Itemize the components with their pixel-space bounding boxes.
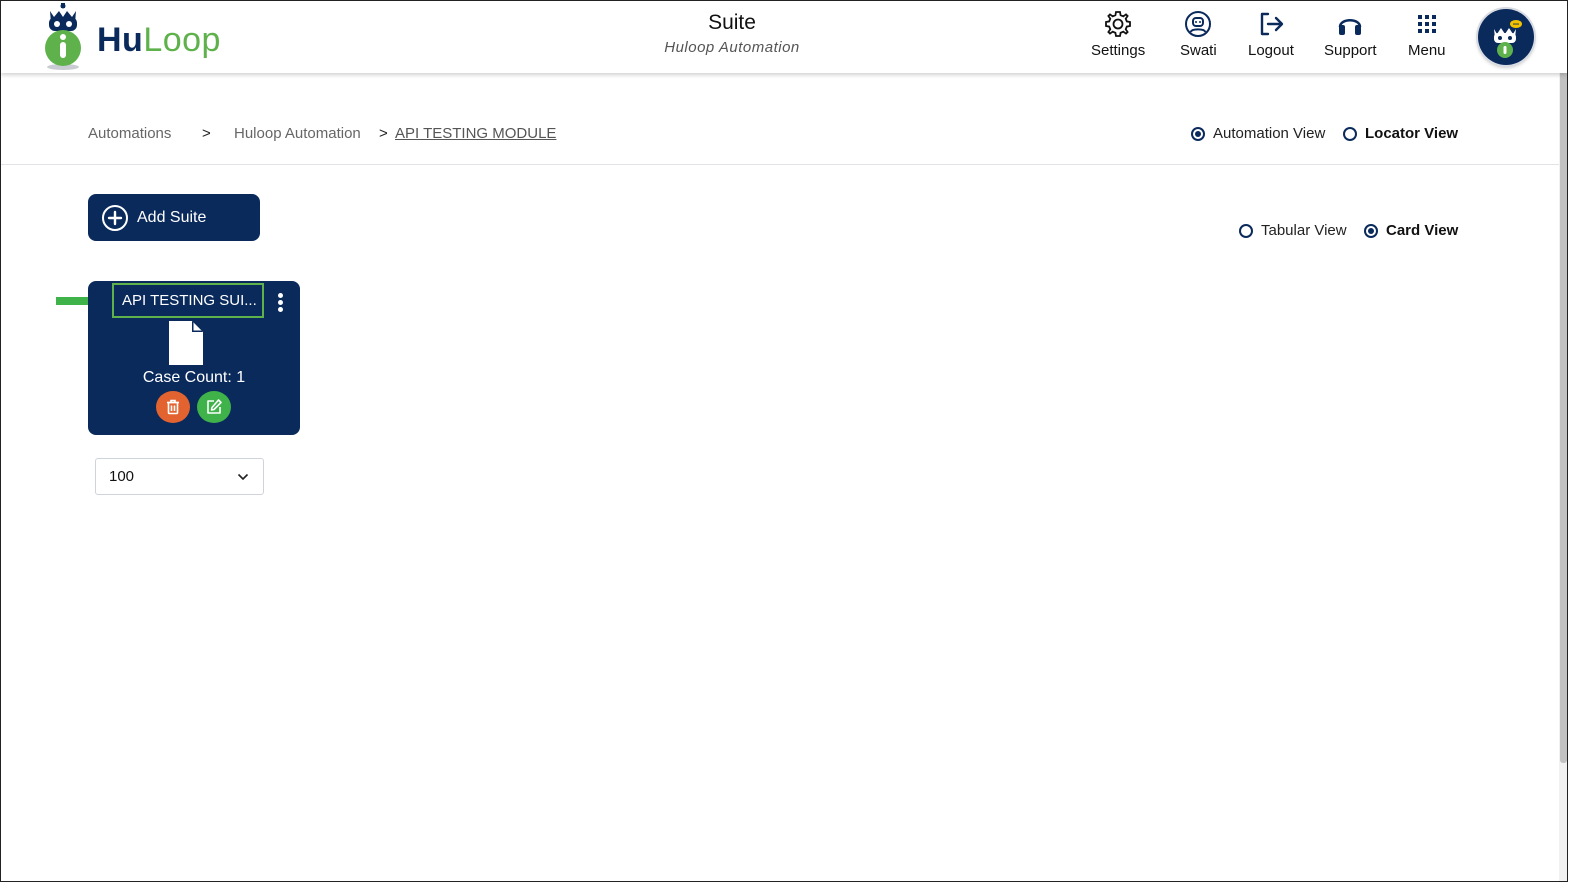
scrollbar-thumb[interactable] bbox=[1560, 3, 1567, 763]
radio-tabular-view-label: Tabular View bbox=[1261, 222, 1347, 239]
nav-menu-label: Menu bbox=[1408, 42, 1446, 59]
radio-tabular-view-indicator[interactable] bbox=[1239, 223, 1253, 238]
huloop-logo[interactable]: HuLoop bbox=[41, 3, 231, 73]
add-suite-label: Add Suite bbox=[137, 208, 207, 226]
suite-card-title[interactable]: API TESTING SUI... bbox=[112, 283, 264, 318]
nav-user-label: Swati bbox=[1180, 42, 1217, 59]
page-subtitle: Huloop Automation bbox=[664, 39, 800, 56]
edit-suite-button[interactable] bbox=[197, 391, 231, 423]
breadcrumb-separator: > bbox=[379, 125, 388, 142]
app-window: HuLoop Suite Huloop Automation Settings bbox=[0, 0, 1568, 882]
breadcrumb-separator: > bbox=[202, 125, 211, 142]
logout-icon bbox=[1260, 12, 1284, 36]
breadcrumb-bar: Automations > Huloop Automation > API TE… bbox=[1, 74, 1559, 165]
add-suite-button[interactable]: Add Suite bbox=[88, 194, 260, 241]
user-circle-icon bbox=[1185, 11, 1212, 37]
nav-menu[interactable]: Menu bbox=[1408, 9, 1446, 59]
brand-name: HuLoop bbox=[97, 21, 221, 60]
vertical-scrollbar[interactable] bbox=[1559, 1, 1567, 881]
suite-card[interactable]: API TESTING SUI... Case Count: 1 bbox=[88, 281, 300, 435]
radio-tabular-view[interactable]: Tabular View bbox=[1239, 222, 1347, 239]
headphones-icon bbox=[1338, 18, 1362, 35]
nav-user[interactable]: Swati bbox=[1180, 9, 1217, 59]
brand-name-loop: Loop bbox=[143, 21, 221, 59]
radio-card-view[interactable]: Card View bbox=[1364, 222, 1458, 239]
kebab-menu-icon[interactable] bbox=[274, 293, 286, 315]
radio-automation-view-label: Automation View bbox=[1213, 125, 1326, 142]
radio-card-view-label: Card View bbox=[1386, 222, 1459, 239]
breadcrumb-automations[interactable]: Automations bbox=[88, 125, 171, 142]
suite-case-count: Case Count: 1 bbox=[142, 369, 246, 386]
nav-logout[interactable]: Logout bbox=[1248, 9, 1294, 59]
page-title-block: Suite Huloop Automation bbox=[621, 11, 843, 56]
nav-support[interactable]: Support bbox=[1324, 9, 1377, 59]
trash-icon bbox=[167, 399, 179, 415]
gear-icon bbox=[1105, 11, 1131, 37]
nav-settings-label: Settings bbox=[1091, 42, 1146, 59]
nav-settings[interactable]: Settings bbox=[1091, 9, 1145, 59]
chevron-down-icon bbox=[237, 473, 249, 481]
nav-support-label: Support bbox=[1324, 42, 1377, 59]
edit-icon bbox=[207, 399, 222, 414]
radio-locator-view-indicator[interactable] bbox=[1343, 126, 1357, 141]
radio-locator-view[interactable]: Locator View bbox=[1343, 125, 1458, 142]
page-size-value: 100 bbox=[109, 468, 135, 485]
top-header: HuLoop Suite Huloop Automation Settings bbox=[1, 1, 1567, 73]
delete-suite-button[interactable] bbox=[156, 391, 190, 423]
document-icon bbox=[169, 321, 203, 365]
brand-name-hu: Hu bbox=[97, 21, 144, 59]
breadcrumb-huloop-automation[interactable]: Huloop Automation bbox=[234, 125, 361, 142]
radio-automation-view-indicator[interactable] bbox=[1191, 126, 1205, 141]
radio-locator-view-label: Locator View bbox=[1365, 125, 1459, 142]
plus-circle-icon bbox=[102, 204, 128, 231]
nav-logout-label: Logout bbox=[1248, 42, 1294, 59]
robot-assistant-icon bbox=[1494, 20, 1522, 58]
breadcrumb-api-testing-module[interactable]: API TESTING MODULE bbox=[395, 125, 556, 142]
assistant-avatar[interactable] bbox=[1478, 9, 1534, 65]
page-size-select[interactable]: 100 bbox=[95, 458, 264, 495]
radio-automation-view[interactable]: Automation View bbox=[1191, 125, 1325, 142]
robot-logo-icon bbox=[45, 3, 81, 70]
grid-menu-icon bbox=[1417, 15, 1436, 33]
page-title: Suite bbox=[708, 11, 756, 34]
radio-card-view-indicator[interactable] bbox=[1364, 223, 1378, 238]
